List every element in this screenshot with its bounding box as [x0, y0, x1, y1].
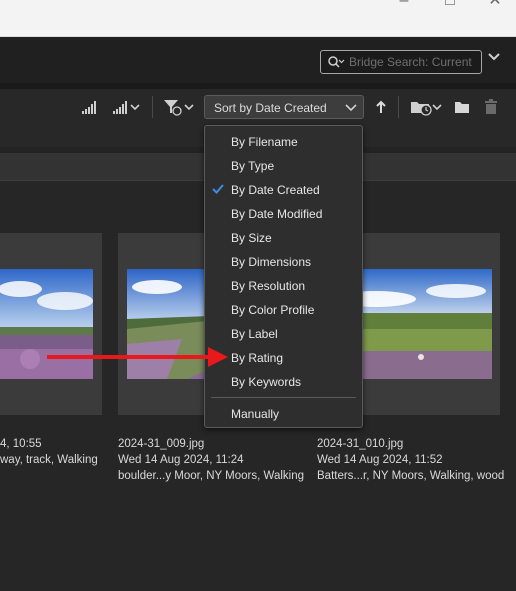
close-icon[interactable]: ✕ [481, 0, 509, 12]
thumbnail-date: Wed 14 Aug 2024, 11:52 [317, 454, 443, 466]
new-folder-icon[interactable] [454, 100, 470, 114]
search-bar: Bridge Search: Current [0, 37, 516, 83]
filter-icon[interactable] [163, 98, 195, 116]
sort-ascending-icon[interactable] [374, 100, 388, 114]
thumbnail-meta: 4, 10:55 way, track, Walking [0, 436, 98, 468]
maximize-icon[interactable]: □ [436, 0, 464, 12]
menu-item-by-dimensions[interactable]: By Dimensions [231, 255, 311, 269]
search-input[interactable]: Bridge Search: Current [320, 50, 482, 74]
menu-item-by-size[interactable]: By Size [231, 231, 272, 245]
menu-item-by-date-created[interactable]: By Date Created [231, 183, 320, 197]
sort-dropdown[interactable]: Sort by Date Created [204, 95, 364, 119]
menu-separator [211, 397, 356, 398]
thumbnail-date: Wed 14 Aug 2024, 11:24 [118, 454, 244, 466]
chevron-down-icon [345, 104, 357, 112]
recent-folder-icon[interactable] [410, 98, 442, 116]
toolbar-divider [398, 96, 399, 118]
menu-item-by-date-modified[interactable]: By Date Modified [231, 207, 322, 221]
thumbnail-keywords: boulder...y Moor, NY Moors, Walking [118, 470, 304, 482]
thumbnail-filename: 2024-31_009.jpg [118, 438, 205, 450]
search-icon [328, 56, 345, 68]
minimize-icon[interactable]: – [390, 0, 418, 12]
thumbnail-image [0, 269, 93, 379]
menu-item-by-label[interactable]: By Label [231, 327, 278, 341]
checkmark-icon [212, 184, 224, 194]
thumbnail-meta: 2024-31_009.jpg Wed 14 Aug 2024, 11:24 b… [118, 436, 304, 484]
menu-item-by-type[interactable]: By Type [231, 159, 274, 173]
toolbar-divider [152, 96, 153, 118]
trash-icon[interactable] [484, 99, 498, 115]
menu-item-by-keywords[interactable]: By Keywords [231, 375, 301, 389]
chevron-down-icon[interactable] [487, 52, 501, 62]
menu-item-by-filename[interactable]: By Filename [231, 135, 298, 149]
menu-item-by-rating[interactable]: By Rating [231, 351, 283, 365]
thumbnail-card[interactable] [0, 233, 102, 415]
menu-item-manually[interactable]: Manually [231, 407, 279, 421]
thumbnail-filename: 2024-31_010.jpg [317, 438, 404, 450]
sort-dropdown-label: Sort by Date Created [214, 101, 327, 115]
sort-menu: By Filename By Type By Date Created By D… [204, 125, 363, 428]
window-titlebar: – □ ✕ [0, 0, 516, 37]
thumbnail-meta: 2024-31_010.jpg Wed 14 Aug 2024, 11:52 B… [317, 436, 504, 484]
thumbnail-date: 4, 10:55 [0, 438, 42, 450]
menu-item-by-resolution[interactable]: By Resolution [231, 279, 305, 293]
search-placeholder: Bridge Search: Current [349, 55, 472, 69]
rating-filter-icon[interactable] [81, 99, 99, 115]
quality-dropdown-icon[interactable] [112, 99, 142, 115]
menu-item-by-color-profile[interactable]: By Color Profile [231, 303, 314, 317]
thumbnail-keywords: Batters...r, NY Moors, Walking, wood [317, 470, 505, 482]
thumbnail-keywords: way, track, Walking [0, 454, 98, 466]
